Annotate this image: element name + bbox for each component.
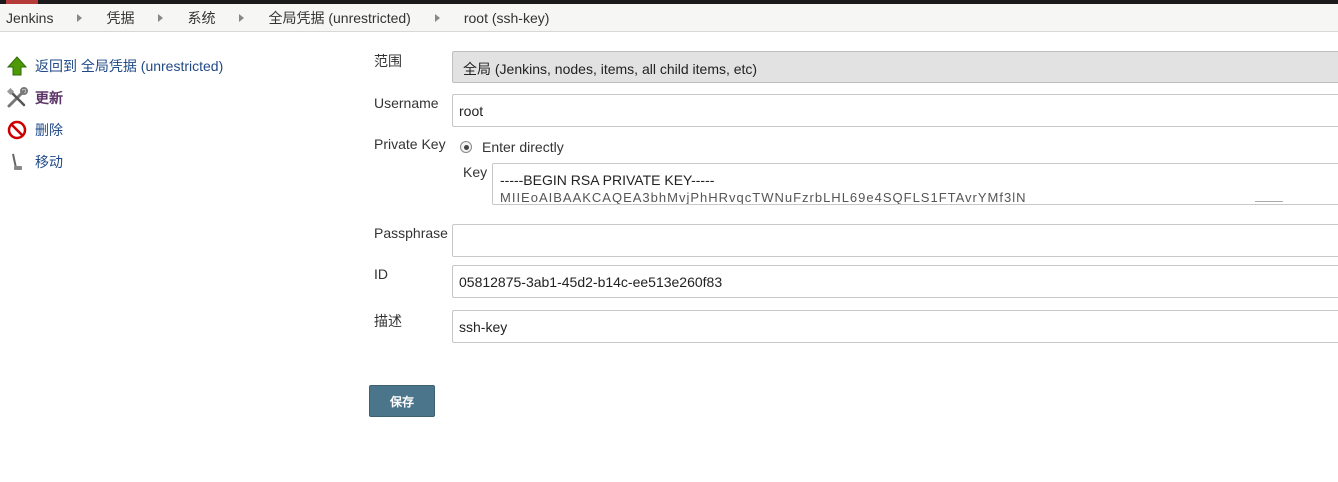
breadcrumb: Jenkins 凭据 系统 全局凭据 (unrestricted) root (…	[0, 4, 1338, 32]
sidebar-item-move[interactable]: 移动	[6, 146, 336, 178]
breadcrumb-item-current[interactable]: root (ssh-key)	[464, 10, 550, 26]
scope-select[interactable]: 全局 (Jenkins, nodes, items, all child ite…	[452, 51, 1338, 83]
chevron-right-icon[interactable]	[434, 13, 440, 22]
up-arrow-icon	[6, 55, 28, 77]
sidebar-item-label[interactable]: 更新	[35, 88, 63, 108]
description-input[interactable]: ssh-key	[452, 310, 1338, 343]
chevron-right-icon[interactable]	[77, 13, 83, 22]
breadcrumb-item-system[interactable]: 系统	[187, 8, 215, 28]
id-input[interactable]: 05812875-3ab1-45d2-b14c-ee513e260f83	[452, 265, 1338, 298]
key-line: MIIEoAIBAAKCAQEA3bhMvjPhHRvqcTWNuFzrbLHL…	[500, 190, 1027, 205]
description-label: 描述	[374, 313, 402, 329]
enter-directly-radio[interactable]	[460, 141, 472, 153]
key-line: -----BEGIN RSA PRIVATE KEY-----	[500, 172, 715, 188]
sidebar: 返回到 全局凭据 (unrestricted) 更新 删除 移动	[6, 50, 336, 178]
scope-label: 范围	[374, 53, 402, 69]
sidebar-item-delete[interactable]: 删除	[6, 114, 336, 146]
tools-icon	[6, 87, 28, 109]
username-input[interactable]: root	[452, 94, 1338, 127]
passphrase-label: Passphrase	[374, 225, 448, 241]
breadcrumb-item-global-credentials[interactable]: 全局凭据 (unrestricted)	[268, 8, 410, 28]
save-button[interactable]: 保存	[369, 385, 435, 417]
move-icon	[6, 151, 28, 173]
private-key-label: Private Key	[374, 136, 446, 152]
sidebar-item-back[interactable]: 返回到 全局凭据 (unrestricted)	[6, 50, 336, 82]
sidebar-item-label[interactable]: 返回到 全局凭据 (unrestricted)	[35, 56, 223, 76]
sidebar-item-label[interactable]: 删除	[35, 120, 63, 140]
passphrase-input[interactable]	[452, 224, 1338, 257]
breadcrumb-item-credentials[interactable]: 凭据	[106, 8, 134, 28]
id-label: ID	[374, 266, 388, 282]
sidebar-item-label[interactable]: 移动	[35, 152, 63, 172]
chevron-right-icon[interactable]	[158, 13, 164, 22]
chevron-right-icon[interactable]	[239, 13, 245, 22]
key-label: Key	[463, 164, 488, 180]
no-entry-icon	[6, 119, 28, 141]
breadcrumb-item-jenkins[interactable]: Jenkins	[0, 10, 53, 26]
enter-directly-option[interactable]: Enter directly	[460, 139, 564, 155]
private-key-textarea[interactable]: -----BEGIN RSA PRIVATE KEY----- MIIEoAIB…	[492, 163, 1338, 205]
username-label: Username	[374, 95, 439, 111]
enter-directly-label[interactable]: Enter directly	[482, 139, 564, 155]
sidebar-item-update[interactable]: 更新	[6, 82, 336, 114]
resize-handle[interactable]	[1255, 201, 1283, 204]
